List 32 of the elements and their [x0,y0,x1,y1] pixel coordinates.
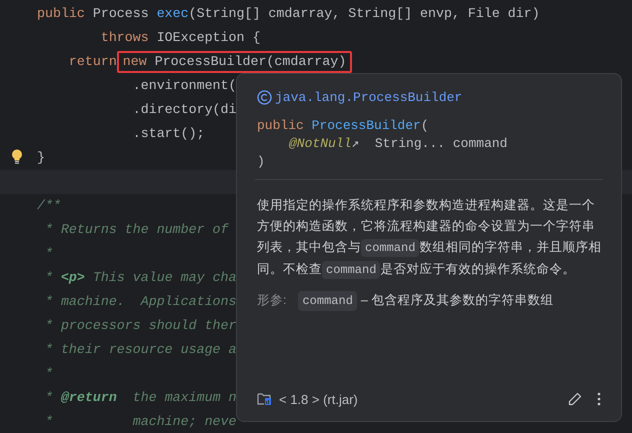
comment-line: * machine. Applications [44,293,236,312]
more-options-icon[interactable] [597,392,601,406]
comment-line: * [44,365,53,384]
library-label: < 1.8 > (rt.jar) [279,390,358,409]
comment-line: * processors should ther [44,317,236,336]
code-line: public Process exec(String[] cmdarray, String[] envp, File dir) [37,5,540,24]
parameters-label: 形参: [257,292,286,310]
comment-line: * Returns the number of [44,221,229,240]
code-line: throws IOException { [100,29,260,48]
parameter-name: command [298,290,357,310]
code-line: .environment( [132,77,236,96]
signature-line: ) [257,152,265,170]
description-text: 使用指定的操作系统程序和参数构造进程构建器。这是一个方便的构造函数，它将流程构建器的命令设置为一个字符串列表，其中包含与 command 数组相同的字符串，并且顺序相同。不检查 command 是否对应于有效的操作系统命令。 [257,196,602,280]
comment-line: * their resource usage a [44,341,236,360]
comment-line: /** [37,197,61,216]
pencil-icon[interactable] [568,392,582,406]
code-line: .start(); [132,125,205,144]
parameter-description: – 包含程序及其参数的字符串数组 [360,292,554,310]
signature-line: public ProcessBuilder( [257,116,429,134]
comment-line: * <p> This value may cha [44,269,237,288]
code-line: return [68,53,117,72]
comment-line: * @return the maximum n [44,389,237,408]
comment-line: * machine; neve [44,413,236,432]
signature-line: @NotNull↗ String... command [289,134,508,152]
library-folder-icon [257,392,272,406]
comment-line: * [44,245,53,264]
code-line: .directory(di [132,101,236,120]
code-line: } [37,149,45,168]
class-icon [257,90,272,106]
highlighted-code: new ProcessBuilder(cmdarray) [116,51,352,73]
qualified-class-name: java.lang.ProcessBuilder [275,89,462,107]
lightbulb-icon[interactable] [11,149,23,164]
